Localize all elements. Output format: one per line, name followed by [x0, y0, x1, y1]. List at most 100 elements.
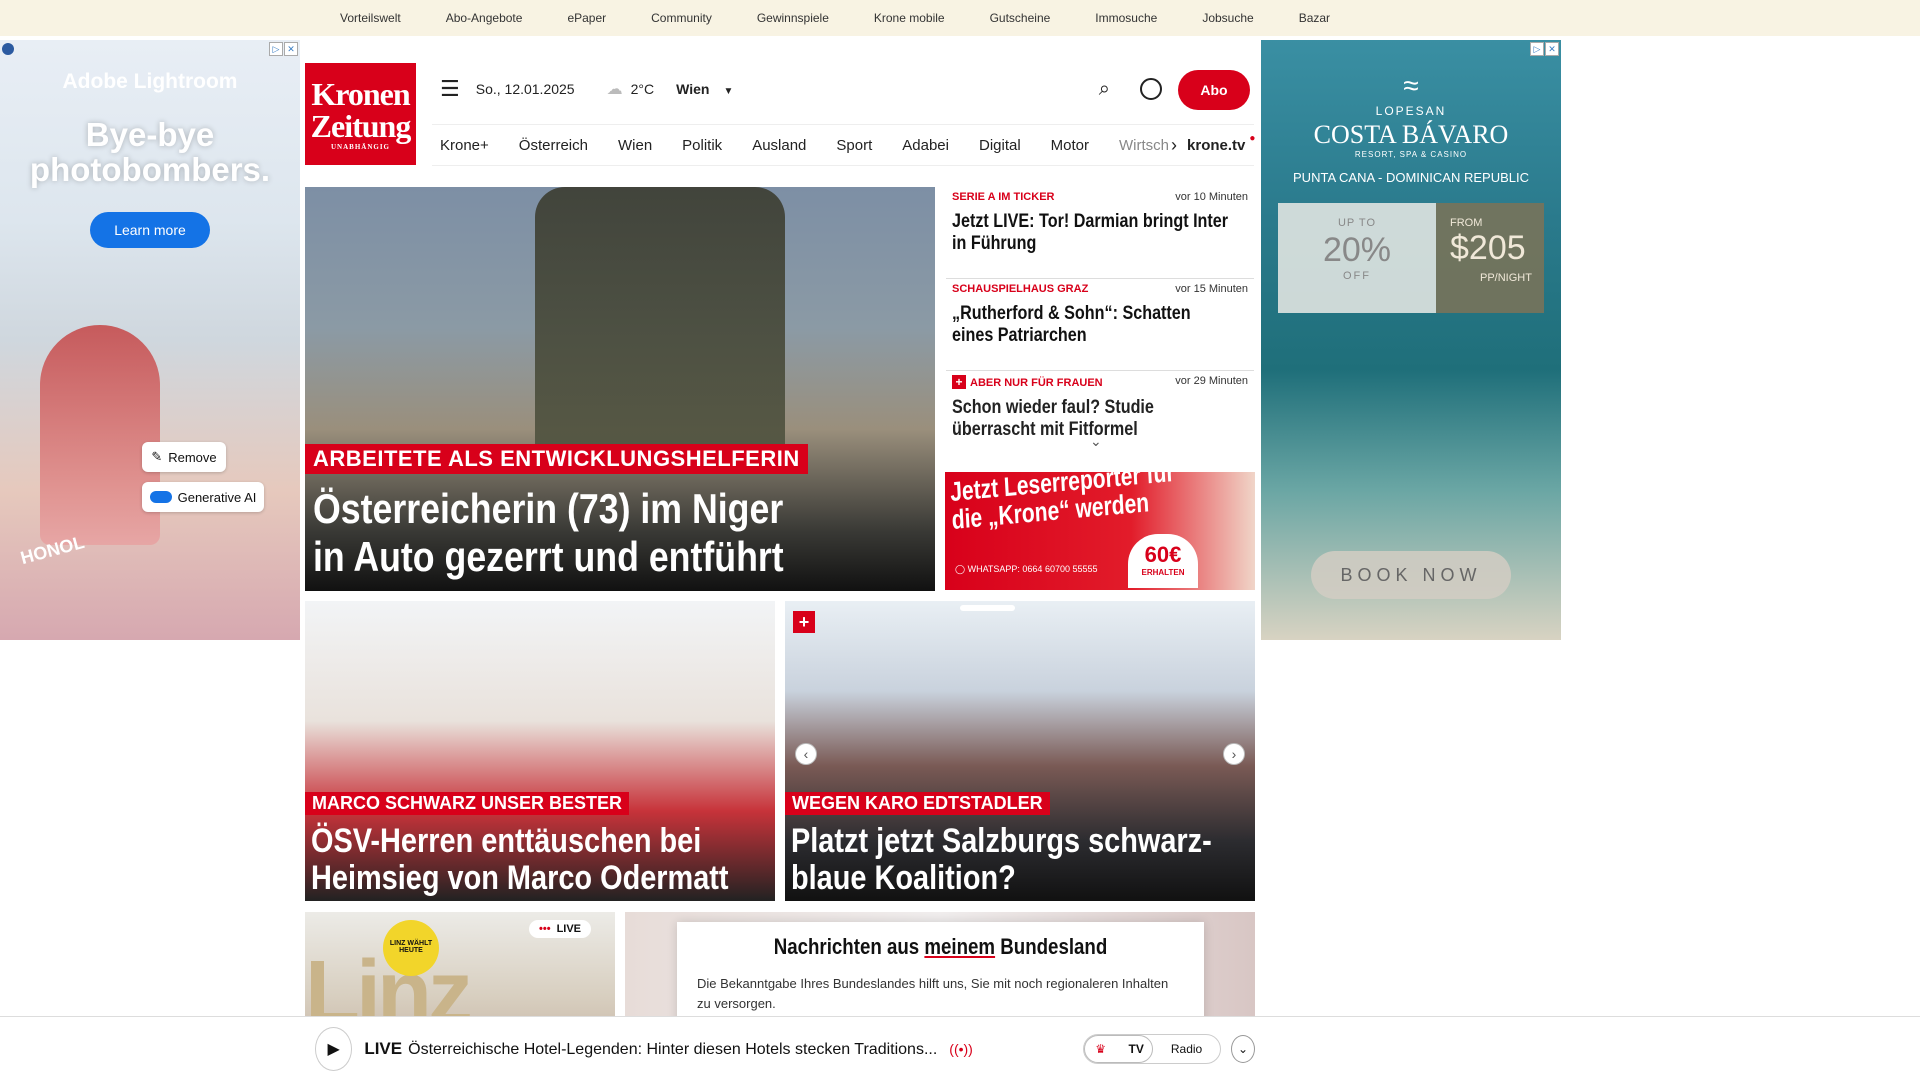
- tv-toggle-option[interactable]: ♛ TV: [1083, 1034, 1153, 1063]
- radio-toggle-option[interactable]: Radio: [1153, 1035, 1220, 1063]
- nav-scroll-right-icon[interactable]: ›: [1171, 135, 1177, 156]
- bundesland-title-a: Nachrichten aus: [773, 934, 925, 959]
- player-live-label: LIVE: [364, 1038, 403, 1058]
- card-title[interactable]: Platzt jetzt Salzburgs schwarz-blaue Koa…: [791, 822, 1250, 898]
- right-skyscraper-ad[interactable]: ▷ ✕ ≈ LOPESAN COSTA BÁVARO RESORT, SPA & …: [1261, 40, 1561, 640]
- leserreporter-banner[interactable]: Jetzt Leserreporter für die „Krone“ werd…: [945, 472, 1255, 590]
- krone-plus-icon: +: [793, 611, 815, 633]
- remove-chip: ✎ Remove: [142, 442, 226, 472]
- nav-item-krone-tv[interactable]: krone.tv: [1187, 137, 1245, 154]
- ad-headline: Bye-bye photobombers.: [29, 116, 271, 188]
- nav-item-ausland[interactable]: Ausland: [752, 137, 806, 154]
- main-nav: Krone+ Österreich Wien Politik Ausland S…: [432, 124, 1256, 166]
- ad-close-icon[interactable]: ✕: [1545, 42, 1559, 56]
- live-badge: ••• LIVE: [529, 920, 592, 938]
- topbar-link-gutscheine[interactable]: Gutscheine: [990, 11, 1051, 25]
- remove-chip-label: Remove: [168, 449, 217, 465]
- adchoices-icon[interactable]: ▷: [269, 42, 283, 56]
- topbar-link-gewinnspiele[interactable]: Gewinnspiele: [757, 11, 829, 25]
- article-card-ski[interactable]: MARCO SCHWARZ UNSER BESTER ÖSV-Herren en…: [305, 601, 775, 901]
- ticker-time: vor 10 Minuten: [1175, 191, 1248, 203]
- carousel-prev-icon[interactable]: ‹: [795, 743, 817, 765]
- live-dot-icon: ●: [1249, 132, 1256, 144]
- topbar-link-epaper[interactable]: ePaper: [567, 11, 606, 25]
- card-kicker: WEGEN KARO EDTSTADLER: [785, 792, 1050, 815]
- bundesland-text: Die Bekanntgabe Ihres Bundeslandes hilft…: [697, 976, 1169, 1011]
- topbar-link-abo-angebote[interactable]: Abo-Angebote: [446, 11, 523, 25]
- ticker-item[interactable]: SERIE A IM TICKER vor 10 Minuten Jetzt LI…: [946, 187, 1254, 279]
- nav-item-motor[interactable]: Motor: [1051, 137, 1089, 154]
- topbar-link-jobsuche[interactable]: Jobsuche: [1202, 11, 1253, 25]
- news-ticker: SERIE A IM TICKER vor 10 Minuten Jetzt LI…: [946, 187, 1254, 465]
- topbar-link-krone-mobile[interactable]: Krone mobile: [874, 11, 945, 25]
- player-text[interactable]: LIVE Österreichische Hotel-Legenden: Hint…: [364, 1039, 937, 1059]
- hamburger-menu-icon[interactable]: ☰: [440, 76, 460, 102]
- left-skyscraper-ad[interactable]: ▷ ✕ Adobe Lightroom Bye-bye photobombers.…: [0, 40, 300, 640]
- ad-close-icon[interactable]: ✕: [284, 42, 298, 56]
- ticker-category: SERIE A IM TICKER: [952, 191, 1055, 203]
- player-expand-chevron-icon[interactable]: ⌄: [1231, 1034, 1255, 1063]
- hero-kicker: ARBEITETE ALS ENTWICKLUNGSHELFERIN: [305, 444, 808, 474]
- resort-sub: RESORT, SPA & CASINO: [1354, 150, 1468, 159]
- card-title[interactable]: ÖSV-Herren enttäuschen bei Heimsieg von …: [311, 822, 770, 898]
- carousel-next-icon[interactable]: ›: [1223, 743, 1245, 765]
- ticker-expand-chevron-icon[interactable]: ⌄: [1090, 433, 1102, 450]
- price-from: FROM: [1450, 217, 1483, 229]
- tv-radio-toggle[interactable]: ♛ TV Radio: [1082, 1033, 1222, 1064]
- resort-place: PUNTA CANA - DOMINICAN REPUBLIC: [1293, 170, 1529, 185]
- ad-choices[interactable]: ▷ ✕: [269, 42, 298, 56]
- shield-icon: [2, 43, 14, 55]
- adchoices-icon[interactable]: ▷: [1530, 42, 1544, 56]
- article-card-politics[interactable]: + ‹ › WEGEN KARO EDTSTADLER Platzt jetzt…: [785, 601, 1255, 901]
- card-kicker: MARCO SCHWARZ UNSER BESTER: [305, 792, 630, 815]
- dolphin-logo-icon: ≈: [1403, 70, 1419, 101]
- leserreporter-whatsapp: ◯ WHATSAPP: 0664 60700 55555: [955, 564, 1098, 575]
- learn-more-button[interactable]: Learn more: [90, 212, 210, 248]
- carousel-indicator[interactable]: [960, 605, 1015, 611]
- reward-sub: ERHALTEN: [1141, 568, 1185, 577]
- leserreporter-title: Jetzt Leserreporter für die „Krone“ werd…: [949, 472, 1176, 536]
- bundesland-title-b: meinem: [924, 934, 996, 959]
- book-now-button[interactable]: BOOK NOW: [1311, 551, 1511, 599]
- nav-item-sport[interactable]: Sport: [836, 137, 872, 154]
- city-select[interactable]: Wien ▼: [676, 81, 733, 97]
- topbar-link-community[interactable]: Community: [651, 11, 712, 25]
- user-account-icon[interactable]: [1140, 78, 1162, 100]
- nav-item-digital[interactable]: Digital: [979, 137, 1021, 154]
- player-title: Österreichische Hotel-Legenden: Hinter d…: [408, 1040, 938, 1058]
- ad-choices-right[interactable]: ▷ ✕: [1530, 42, 1559, 56]
- nav-item-krone-plus[interactable]: Krone+: [440, 137, 489, 154]
- hero-title[interactable]: Österreicherin (73) im Niger in Auto gez…: [313, 485, 823, 582]
- ticker-title[interactable]: Jetzt LIVE: Tor! Darmian bringt Inter in…: [952, 211, 1233, 255]
- city-label: Wien: [676, 81, 710, 97]
- nav-item-oesterreich[interactable]: Österreich: [519, 137, 588, 154]
- nav-item-wien[interactable]: Wien: [618, 137, 652, 154]
- live-dots-icon: •••: [539, 923, 551, 935]
- nav-item-politik[interactable]: Politik: [682, 137, 722, 154]
- nav-item-adabei[interactable]: Adabei: [902, 137, 949, 154]
- price-value: $205: [1450, 229, 1526, 267]
- header-date: So., 12.01.2025: [475, 81, 575, 97]
- whatsapp-number: WHATSAPP: 0664 60700 55555: [967, 564, 1098, 574]
- kronen-zeitung-logo[interactable]: Kronen Zeitung UNABHÄNGIG: [305, 63, 416, 165]
- discount-upto: UP TO: [1337, 217, 1377, 229]
- play-button[interactable]: ▶: [315, 1026, 353, 1071]
- ticker-time: vor 29 Minuten: [1175, 375, 1248, 387]
- linz-waehlt-badge: LINZ WÄHLT HEUTE: [383, 920, 439, 976]
- bundesland-title: Nachrichten aus meinem Bundesland: [734, 934, 1148, 960]
- discount-pct: 20%: [1322, 231, 1392, 269]
- live-label: LIVE: [556, 923, 582, 935]
- nav-item-wirtschaft[interactable]: Wirtsch: [1119, 137, 1169, 154]
- hero-article[interactable]: ARBEITETE ALS ENTWICKLUNGSHELFERIN Öster…: [305, 187, 935, 591]
- topbar-link-immosuche[interactable]: Immosuche: [1095, 11, 1157, 25]
- topbar-link-bazar[interactable]: Bazar: [1299, 11, 1330, 25]
- search-icon[interactable]: ⌕: [1099, 78, 1110, 101]
- resort-name: COSTA BÁVARO: [1313, 120, 1509, 149]
- logo-line2: Zeitung: [310, 107, 412, 144]
- logo-tagline: UNABHÄNGIG: [330, 142, 390, 151]
- topbar-link-vorteilswelt[interactable]: Vorteilswelt: [340, 11, 401, 25]
- ticker-title[interactable]: „Rutherford & Sohn“: Schatten eines Patr…: [952, 303, 1233, 347]
- ticker-item[interactable]: SCHAUSPIELHAUS GRAZ vor 15 Minuten „Ruthe…: [946, 279, 1254, 371]
- abo-button[interactable]: Abo: [1178, 70, 1250, 110]
- ticker-time: vor 15 Minuten: [1175, 283, 1248, 295]
